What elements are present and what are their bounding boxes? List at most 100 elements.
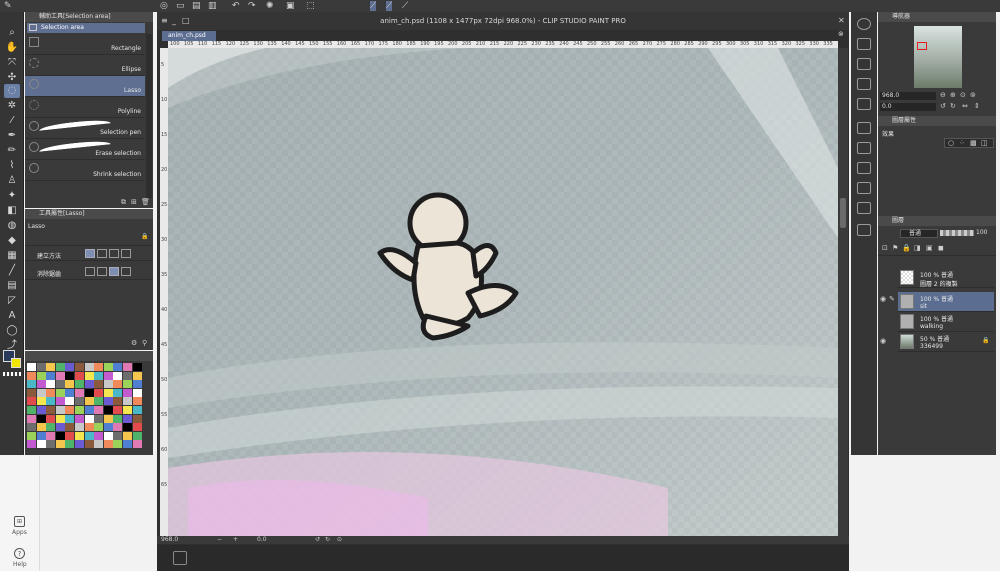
color-swatch[interactable] — [113, 423, 123, 432]
color-swatch[interactable] — [84, 371, 94, 380]
color-swatch[interactable] — [75, 388, 84, 397]
vertical-scrollbar[interactable] — [838, 48, 848, 536]
color-swatch[interactable] — [46, 423, 56, 432]
color-swatch[interactable] — [123, 423, 132, 432]
color-swatch[interactable] — [65, 371, 75, 380]
color-swatch[interactable] — [84, 397, 94, 406]
layer-row[interactable]: 100 % 普通 圖層 2 的複製 — [898, 268, 994, 288]
color-swatch[interactable] — [132, 388, 142, 397]
operation-tool-icon[interactable]: ✣ — [4, 71, 20, 85]
color-swatch[interactable] — [27, 414, 36, 423]
copy-subtool-icon[interactable]: ⧉ — [121, 198, 126, 207]
zoom-out-icon[interactable]: − — [217, 536, 222, 544]
color-swatch[interactable] — [55, 371, 65, 380]
extract-line-icon[interactable]: ◫ — [981, 139, 988, 147]
color-swatch[interactable] — [65, 397, 75, 406]
color-swatch[interactable] — [123, 363, 132, 371]
open-file-icon[interactable]: ▤ — [192, 1, 201, 11]
color-swatch[interactable] — [46, 431, 56, 440]
color-swatch[interactable] — [123, 440, 132, 449]
color-swatch[interactable] — [132, 431, 142, 440]
sub-view-icon[interactable] — [857, 38, 871, 50]
color-swatch[interactable] — [36, 380, 46, 389]
add-selection-button[interactable] — [97, 249, 107, 258]
color-swatch[interactable] — [75, 414, 84, 423]
color-swatch[interactable] — [55, 406, 65, 414]
selection-tool-icon[interactable]: ◌ — [4, 84, 20, 98]
color-swatch-grid[interactable] — [27, 363, 143, 451]
auto-select-icon[interactable]: ✲ — [4, 99, 20, 113]
color-swatch[interactable] — [65, 380, 75, 389]
brush-icon[interactable]: ✎ — [4, 1, 12, 11]
layer-property-icon[interactable] — [857, 122, 871, 134]
color-swatch[interactable] — [123, 388, 132, 397]
decoration-icon[interactable]: ✦ — [4, 189, 20, 203]
brush-tool-icon[interactable]: ⌇ — [4, 159, 20, 173]
nav-flip-vertical-icon[interactable]: ⇕ — [974, 102, 980, 110]
visibility-eye-icon[interactable]: ◉ — [880, 337, 886, 345]
reference-layer-icon[interactable]: ⚑ — [892, 244, 898, 252]
blend-icon[interactable]: ◍ — [4, 219, 20, 233]
color-swatch[interactable] — [65, 406, 75, 414]
navigator-preview[interactable] — [914, 26, 962, 88]
color-swatch[interactable] — [36, 388, 46, 397]
color-swatch[interactable] — [132, 423, 142, 432]
subtool-item-selection-pen[interactable]: Selection pen — [25, 118, 145, 139]
reset-rotation-icon[interactable]: ⊙ — [337, 536, 342, 544]
color-swatch[interactable] — [55, 380, 65, 389]
color-swatch[interactable] — [46, 397, 56, 406]
color-swatch[interactable] — [132, 414, 142, 423]
color-swatch[interactable] — [132, 406, 142, 414]
fill-tool-icon[interactable]: ◆ — [4, 234, 20, 248]
snap-special-icon[interactable]: ⟋ — [402, 1, 408, 11]
blend-mode-select[interactable]: 普通 — [900, 229, 938, 238]
subtool-item-erase-selection[interactable]: Erase selection — [25, 139, 145, 160]
subtool-item-lasso[interactable]: Lasso — [25, 76, 145, 97]
color-swatch[interactable] — [46, 388, 56, 397]
color-swatch[interactable] — [75, 423, 84, 432]
layer-color-icon[interactable]: ▩ — [970, 139, 977, 147]
view-frame[interactable] — [917, 42, 927, 50]
material-2-icon[interactable] — [857, 78, 871, 90]
antialias-none-button[interactable] — [85, 267, 95, 276]
color-swatch[interactable] — [55, 423, 65, 432]
color-swatch[interactable] — [84, 423, 94, 432]
layer-row[interactable]: 100 % 普通 walking — [898, 312, 994, 332]
snap-grid-icon[interactable]: ⟋ — [386, 1, 393, 11]
maximize-icon[interactable]: □ — [182, 16, 190, 25]
nav-zoom-in-icon[interactable]: ⊕ — [950, 91, 956, 99]
color-swatch[interactable] — [27, 388, 36, 397]
color-swatch[interactable] — [113, 371, 123, 380]
color-swatch[interactable] — [123, 371, 132, 380]
figure-icon[interactable]: ╱ — [4, 264, 20, 278]
color-swatch[interactable] — [103, 431, 113, 440]
nav-fit-icon[interactable]: ⊙ — [960, 91, 966, 99]
color-swatch[interactable] — [94, 363, 104, 371]
help-icon[interactable]: ? — [14, 548, 25, 559]
color-swatch[interactable] — [113, 380, 123, 389]
color-swatch[interactable] — [103, 414, 113, 423]
color-swatch[interactable] — [36, 440, 46, 449]
gradient-icon[interactable]: ▦ — [4, 249, 20, 263]
timeline-icon[interactable] — [173, 551, 187, 565]
color-swatch[interactable] — [103, 371, 113, 380]
color-swatch[interactable] — [103, 388, 113, 397]
color-swatch[interactable] — [103, 440, 113, 449]
pencil-tool-icon[interactable]: ✏ — [4, 144, 20, 158]
color-swatch[interactable] — [132, 440, 142, 449]
color-swatch[interactable] — [46, 406, 56, 414]
opacity-value[interactable]: 100 — [976, 229, 987, 236]
eyedropper-icon[interactable]: ⁄ — [4, 114, 20, 128]
subtool-scrollbar[interactable] — [146, 34, 152, 198]
layer-color-toggle-icon[interactable]: ◼ — [938, 244, 944, 252]
color-swatch[interactable] — [123, 406, 132, 414]
color-swatch[interactable] — [75, 380, 84, 389]
color-swatch[interactable] — [103, 380, 113, 389]
color-swatch[interactable] — [84, 414, 94, 423]
auto-action-icon[interactable] — [857, 162, 871, 174]
menu-icon[interactable]: ≡ — [161, 16, 168, 25]
move-tool-icon[interactable]: ⤧ — [4, 56, 20, 70]
document-tab[interactable]: anim_ch.psd — [162, 31, 216, 41]
close-window-icon[interactable]: ✕ — [838, 16, 845, 25]
color-swatch[interactable] — [55, 431, 65, 440]
